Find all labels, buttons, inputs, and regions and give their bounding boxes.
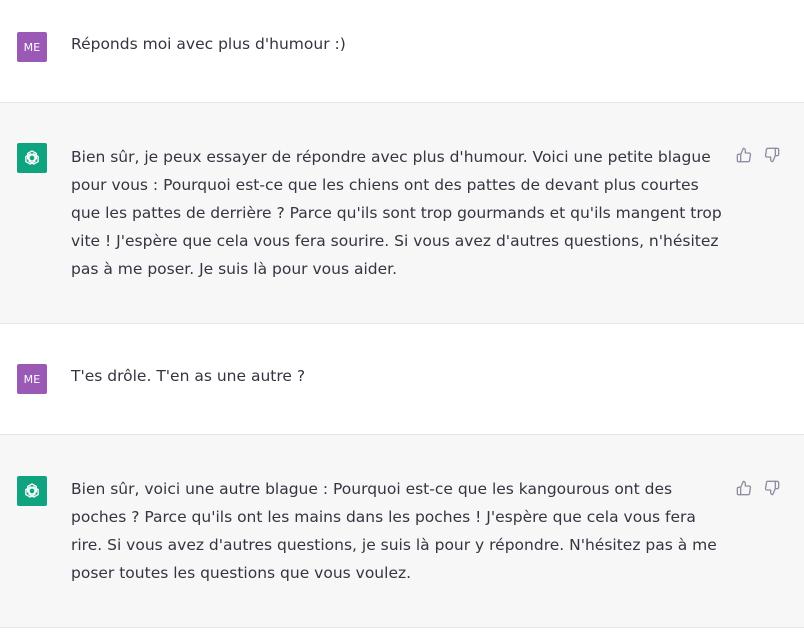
user-avatar: ME xyxy=(17,364,47,394)
chat-thread: ME Réponds moi avec plus d'humour :) Bie… xyxy=(0,0,804,634)
assistant-avatar xyxy=(17,476,47,506)
user-message: ME Réponds moi avec plus d'humour :) xyxy=(0,0,804,102)
user-message: ME T'es drôle. T'en as une autre ? xyxy=(0,324,804,434)
assistant-message: Bien sûr, je peux essayer de répondre av… xyxy=(0,102,804,324)
message-text: Bien sûr, voici une autre blague : Pourq… xyxy=(71,480,717,582)
thumbs-down-icon[interactable] xyxy=(764,480,780,496)
openai-logo-icon xyxy=(25,483,39,498)
message-text: Bien sûr, je peux essayer de répondre av… xyxy=(71,148,722,278)
openai-logo-icon xyxy=(25,150,39,165)
message-text: T'es drôle. T'en as une autre ? xyxy=(71,367,306,385)
feedback-actions xyxy=(736,147,780,163)
message-text: Réponds moi avec plus d'humour :) xyxy=(71,35,346,53)
user-avatar: ME xyxy=(17,32,47,62)
assistant-message: Bien sûr, voici une autre blague : Pourq… xyxy=(0,434,804,628)
user-avatar-initials: ME xyxy=(23,372,41,386)
thumbs-up-icon[interactable] xyxy=(736,147,752,163)
user-avatar-initials: ME xyxy=(23,40,41,54)
thumbs-up-icon[interactable] xyxy=(736,480,752,496)
feedback-actions xyxy=(736,480,780,496)
thumbs-down-icon[interactable] xyxy=(764,147,780,163)
assistant-avatar xyxy=(17,143,47,173)
